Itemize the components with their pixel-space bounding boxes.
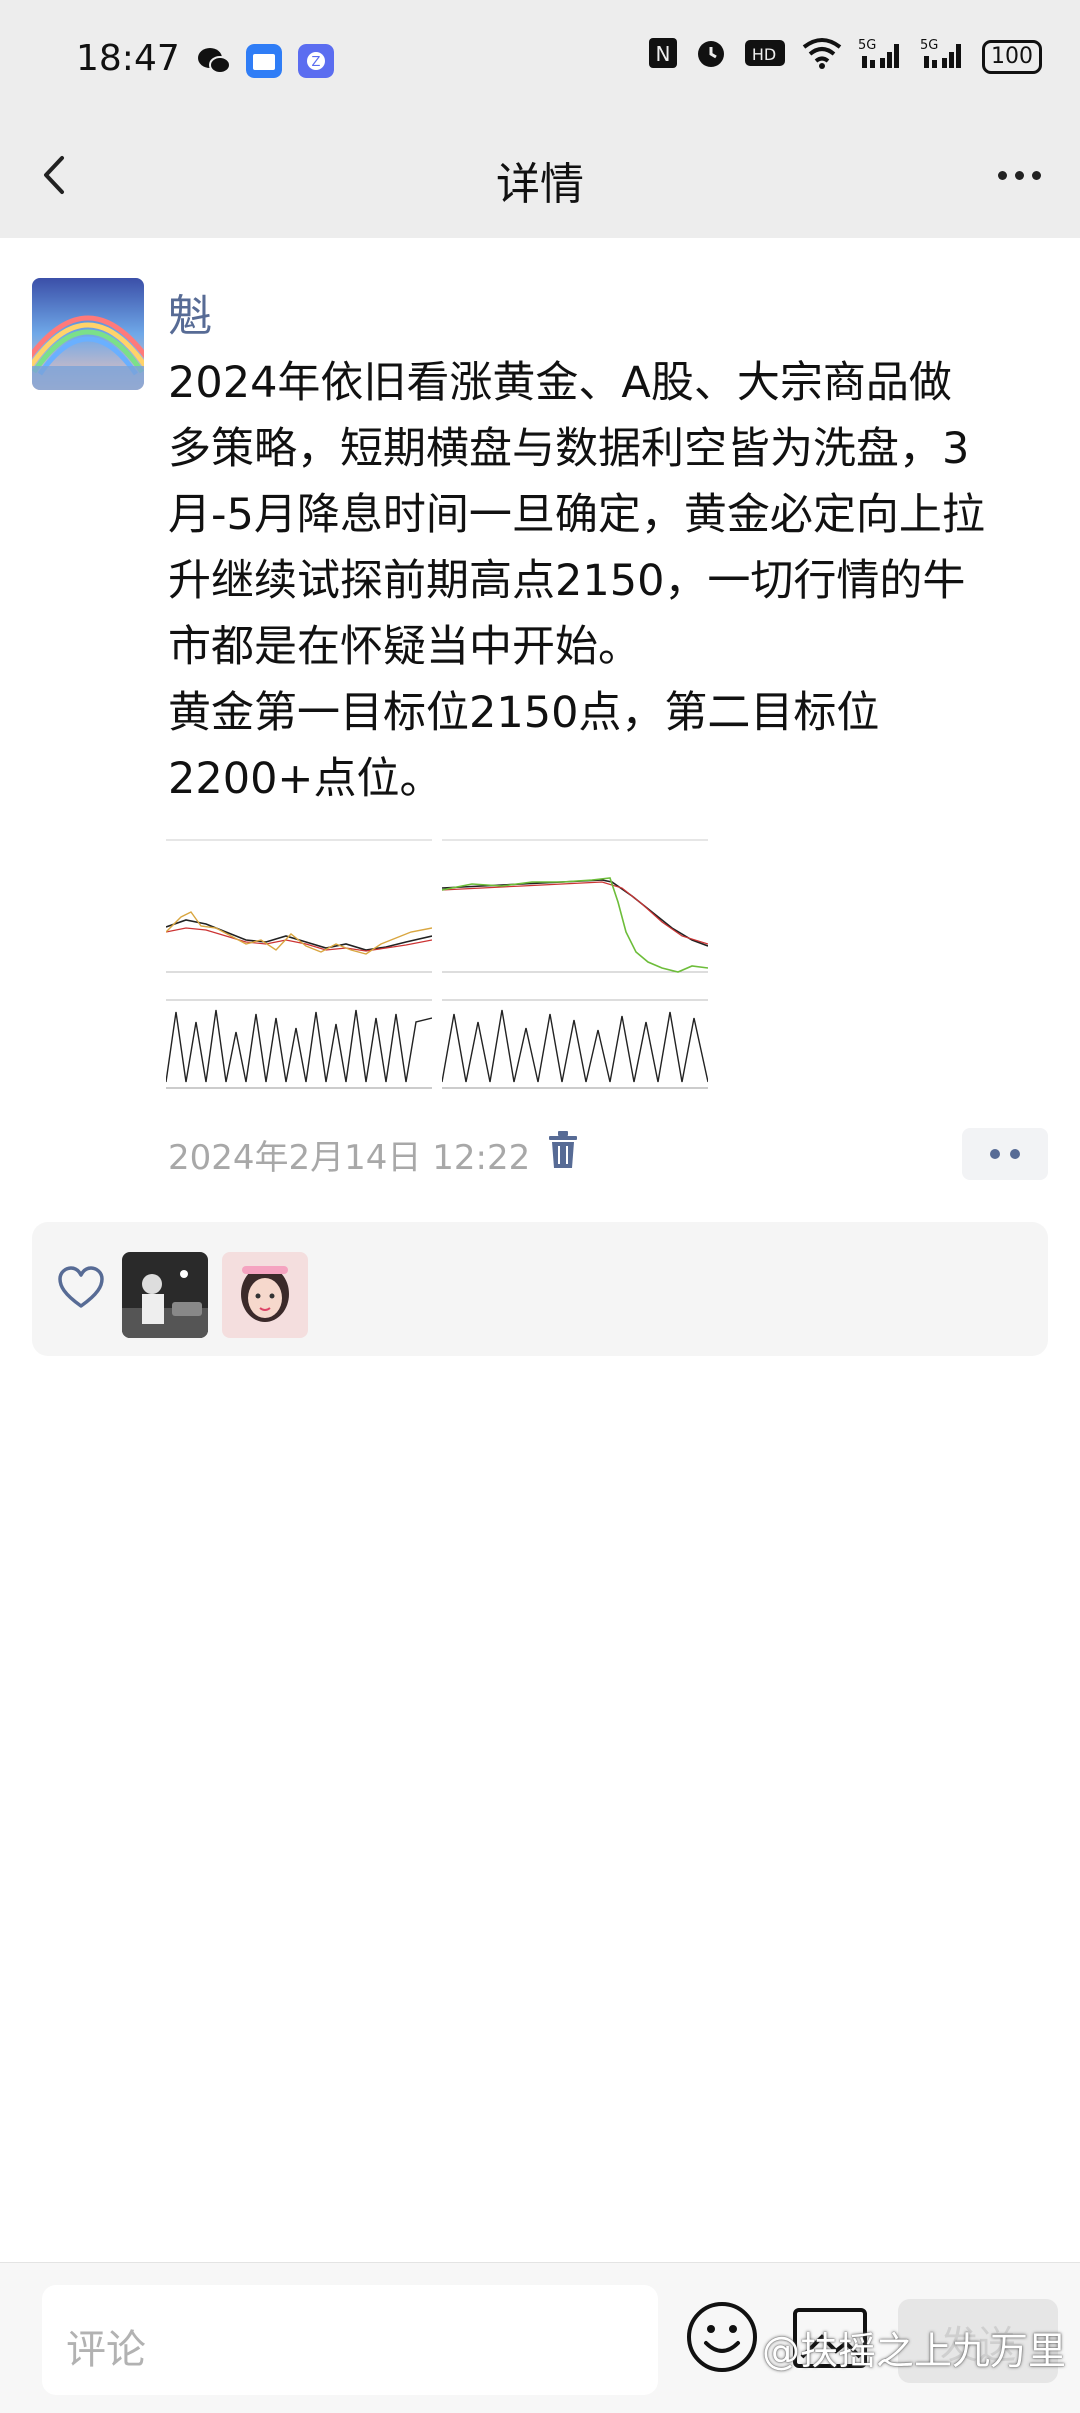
comment-input[interactable]: 评论 [42,2285,658,2395]
chart-thumbnail-2[interactable] [442,832,708,1098]
comment-placeholder: 评论 [66,2327,146,2373]
delete-trash-icon[interactable] [546,1130,580,1170]
post-text: 2024年依旧看涨黄金、A股、大宗商品做 多策略，短期横盘与数据利空皆为洗盘，3… [168,358,985,804]
more-dot-icon [1031,170,1041,180]
calendar-app-icon [246,44,282,78]
like-comment-menu-button[interactable] [962,1128,1048,1180]
hd-icon: HD [744,38,786,75]
svg-text:Z: Z [312,55,321,70]
nfc-icon: N [648,37,678,76]
avatar[interactable] [32,278,144,390]
likes-panel [32,1222,1048,1356]
svg-text:5G: 5G [920,38,938,53]
svg-text:N: N [656,42,671,66]
status-time: 18:47 [76,38,180,79]
status-bar: 18:47 Z N HD 5G 5G 100 [0,0,1080,120]
more-dot-icon [1014,170,1024,180]
emoji-icon[interactable] [684,2299,760,2375]
battery-indicator: 100 [982,39,1042,74]
5g-signal-icon: 5G [920,36,966,77]
dot-icon [1010,1149,1020,1159]
top-bar: 18:47 Z N HD 5G 5G 100 详情 [0,0,1080,238]
svg-text:HD: HD [752,45,776,64]
wechat-icon [198,48,231,74]
watermark: @扶摇之上九万里 [761,2329,1066,2373]
username[interactable]: 魁 [168,280,212,344]
more-dot-icon [997,170,1007,180]
liker-avatar[interactable] [122,1252,208,1338]
wifi-icon [802,37,842,76]
app-icon: Z [298,44,334,78]
liker-avatar[interactable] [222,1252,308,1338]
chart-thumbnail-1[interactable] [166,832,432,1098]
nav-bar: 详情 [0,120,1080,238]
page-title: 详情 [496,159,584,210]
5g-signal-icon: 5G [858,36,904,77]
status-icons: N HD 5G 5G 100 [648,36,1042,77]
alarm-icon [694,36,728,77]
svg-text:5G: 5G [858,38,876,53]
post-timestamp: 2024年2月14日 12:22 [168,1138,531,1178]
dot-icon [990,1149,1000,1159]
heart-icon [58,1266,104,1308]
more-options-button[interactable] [984,140,1054,210]
